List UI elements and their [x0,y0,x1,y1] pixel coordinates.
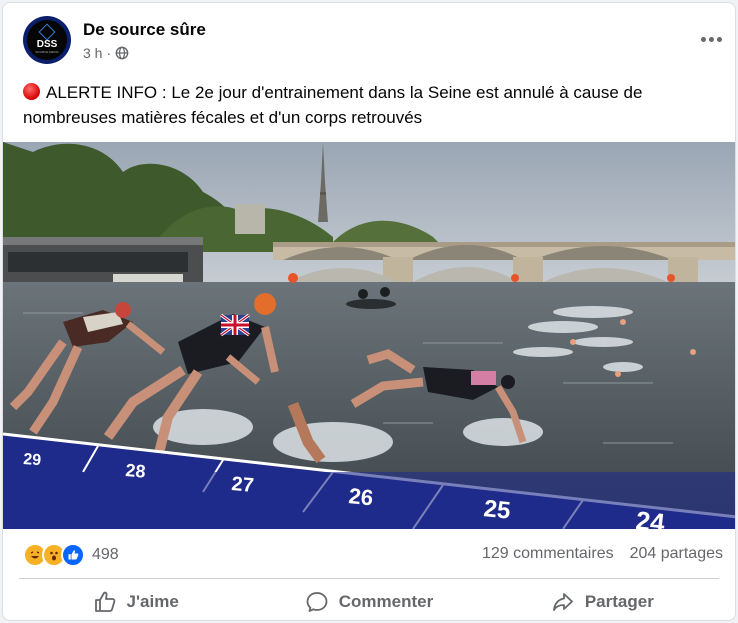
comment-label: Commenter [338,592,434,611]
reactions-summary[interactable]: 498 [23,543,119,567]
reaction-count: 498 [92,546,119,563]
post-meta: 3 h · [83,45,129,61]
lane-number: 24 [634,505,666,529]
comments-count-link[interactable]: 129 commentaires [482,545,614,563]
globe-icon[interactable] [115,46,129,60]
lane-number: 26 [347,483,374,510]
meta-separator: · [106,45,112,61]
more-icon[interactable] [693,26,729,52]
logo-mark [38,23,56,41]
post-text: ALERTE INFO : Le 2e jour d'entrainement … [23,80,723,130]
lane-number: 28 [125,460,147,482]
comment-icon [306,592,328,612]
lane-number: 29 [23,451,42,469]
lane-number: 25 [482,495,511,525]
post-actions: J'aime Commenter Partager [19,583,719,620]
comment-button[interactable]: Commenter [252,583,485,620]
post-time-link[interactable]: 3 h [83,45,102,61]
post-photo[interactable]: 29 28 27 26 25 24 [3,142,735,529]
lane-number: 27 [231,473,255,497]
divider [19,578,719,579]
like-icon [61,543,85,567]
share-label: Partager [584,592,654,611]
shares-count-link[interactable]: 204 partages [630,545,723,563]
like-label: J'aime [126,592,179,611]
photo-scene: 29 28 27 26 25 24 [3,142,735,529]
like-button[interactable]: J'aime [19,583,252,620]
share-button[interactable]: Partager [486,583,719,620]
thumbs-up-icon [94,591,115,612]
post-stats: 498 129 commentaires 204 partages [23,543,723,567]
post-message: ALERTE INFO : Le 2e jour d'entrainement … [23,83,643,127]
post-header: DSS SOURCE MEDIA De source sûre 3 h · [23,16,723,68]
avatar-logo-subtext: SOURCE MEDIA [35,50,59,54]
avatar-logo-text: DSS [36,39,58,50]
page-name-link[interactable]: De source sûre [83,20,206,40]
red-circle-icon [23,83,40,100]
share-icon [552,593,573,611]
post-card: DSS SOURCE MEDIA De source sûre 3 h · AL… [2,2,736,621]
avatar[interactable]: DSS SOURCE MEDIA [23,16,71,64]
